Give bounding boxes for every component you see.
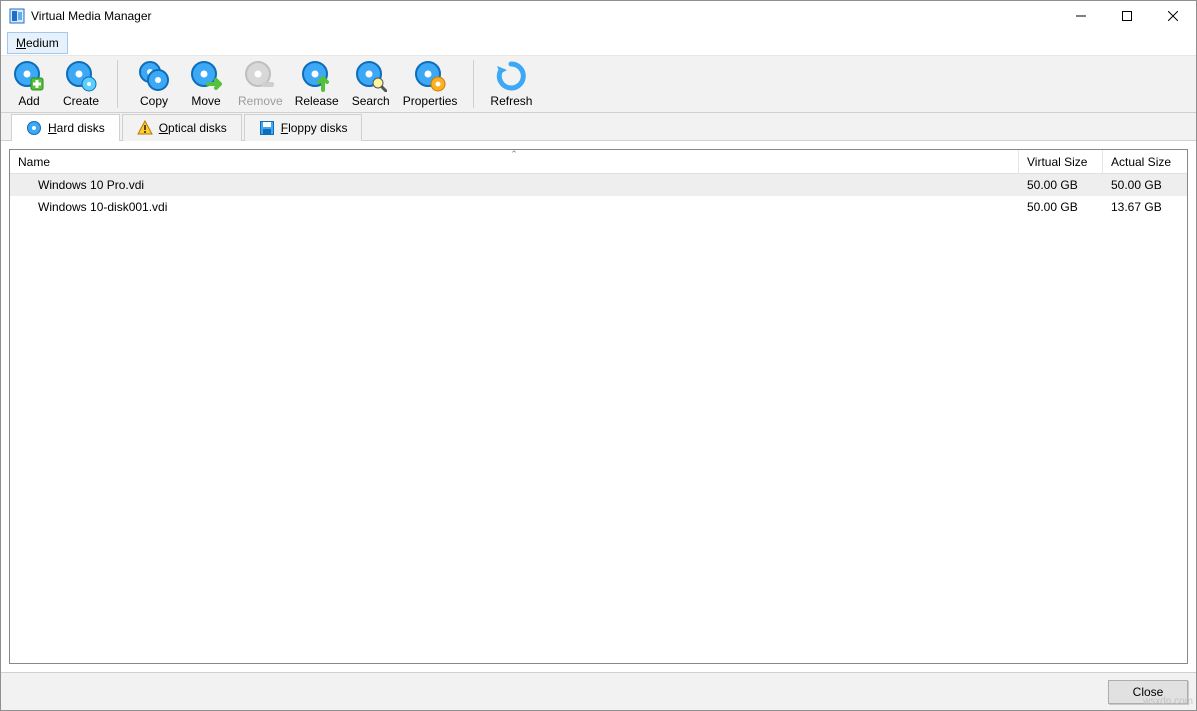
- window-title: Virtual Media Manager: [31, 9, 1058, 23]
- content-area: ⌃ Name Virtual Size Actual Size Windows …: [1, 141, 1196, 672]
- tab-floppy-disks[interactable]: Floppy disks: [244, 114, 363, 141]
- remove-button: Remove: [238, 60, 283, 108]
- move-button[interactable]: Move: [186, 60, 226, 108]
- bottom-bar: Close: [1, 672, 1196, 710]
- copy-button[interactable]: Copy: [134, 60, 174, 108]
- close-button[interactable]: Close: [1108, 680, 1188, 704]
- toolbar: Add Create Copy Move: [1, 55, 1196, 113]
- column-actual-size[interactable]: Actual Size: [1103, 150, 1187, 173]
- sort-indicator-icon: ⌃: [510, 149, 518, 160]
- toolbar-separator: [117, 60, 118, 108]
- cell-name: Windows 10 Pro.vdi: [10, 178, 1019, 192]
- maximize-button[interactable]: [1104, 1, 1150, 31]
- hard-disk-icon: [26, 120, 42, 136]
- list-header: ⌃ Name Virtual Size Actual Size: [10, 150, 1187, 174]
- table-row[interactable]: Windows 10 Pro.vdi50.00 GB50.00 GB: [10, 174, 1187, 196]
- refresh-button[interactable]: Refresh: [490, 60, 532, 108]
- app-icon: [9, 8, 25, 24]
- tab-label: Hard disks: [48, 121, 105, 135]
- cell-virtual-size: 50.00 GB: [1019, 200, 1103, 214]
- refresh-icon: [495, 60, 527, 92]
- minimize-button[interactable]: [1058, 1, 1104, 31]
- disk-properties-icon: [414, 60, 446, 92]
- cell-actual-size: 50.00 GB: [1103, 178, 1187, 192]
- add-button[interactable]: Add: [9, 60, 49, 108]
- create-button[interactable]: Create: [61, 60, 101, 108]
- cell-virtual-size: 50.00 GB: [1019, 178, 1103, 192]
- cell-actual-size: 13.67 GB: [1103, 200, 1187, 214]
- menu-medium[interactable]: Medium: [7, 32, 68, 54]
- tab-label: Optical disks: [159, 121, 227, 135]
- media-list[interactable]: ⌃ Name Virtual Size Actual Size Windows …: [9, 149, 1188, 664]
- disk-add-icon: [13, 60, 45, 92]
- release-button[interactable]: Release: [295, 60, 339, 108]
- disk-move-icon: [190, 60, 222, 92]
- tab-optical-disks[interactable]: Optical disks: [122, 114, 242, 141]
- cell-name: Windows 10-disk001.vdi: [10, 200, 1019, 214]
- properties-button[interactable]: Properties: [403, 60, 458, 108]
- disk-release-icon: [301, 60, 333, 92]
- floppy-icon: [259, 120, 275, 136]
- disk-search-icon: [355, 60, 387, 92]
- disk-create-icon: [65, 60, 97, 92]
- disk-remove-icon: [244, 60, 276, 92]
- tab-label: Floppy disks: [281, 121, 348, 135]
- column-name[interactable]: ⌃ Name: [10, 150, 1019, 173]
- title-bar: Virtual Media Manager: [1, 1, 1196, 31]
- tab-hard-disks[interactable]: Hard disks: [11, 114, 120, 141]
- search-button[interactable]: Search: [351, 60, 391, 108]
- menu-bar: Medium: [1, 31, 1196, 55]
- table-row[interactable]: Windows 10-disk001.vdi50.00 GB13.67 GB: [10, 196, 1187, 218]
- warning-icon: [137, 120, 153, 136]
- column-virtual-size[interactable]: Virtual Size: [1019, 150, 1103, 173]
- disk-copy-icon: [138, 60, 170, 92]
- list-body: Windows 10 Pro.vdi50.00 GB50.00 GBWindow…: [10, 174, 1187, 663]
- tab-strip: Hard disks Optical disks Floppy disks: [1, 113, 1196, 141]
- toolbar-separator: [473, 60, 474, 108]
- close-window-button[interactable]: [1150, 1, 1196, 31]
